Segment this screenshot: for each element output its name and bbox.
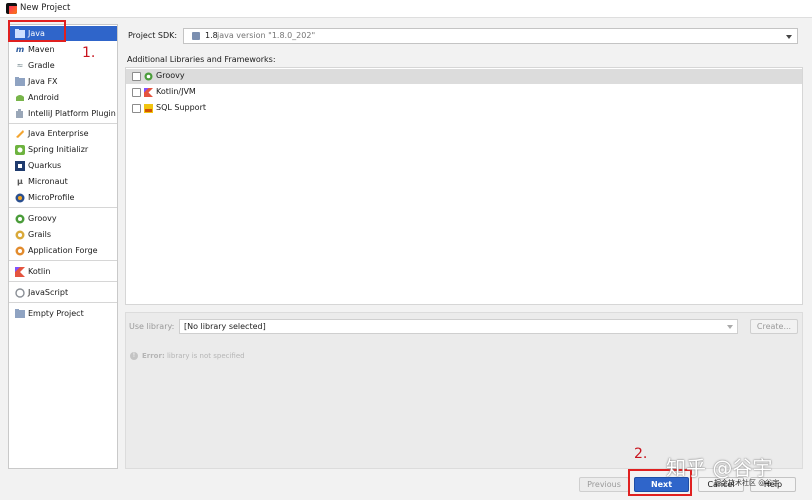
android-icon — [15, 93, 25, 103]
kotlin-jvm-checkbox[interactable] — [132, 88, 141, 97]
quarkus-icon — [15, 161, 25, 171]
microprofile-icon — [15, 193, 25, 203]
library-row-kotlin-jvm[interactable]: Kotlin/JVM — [126, 85, 802, 100]
sidebar-item-label: MicroProfile — [28, 193, 75, 202]
library-label: Groovy — [156, 71, 185, 80]
java-enterprise-icon — [15, 129, 25, 139]
annotation-step-2: 2. — [634, 446, 648, 462]
sidebar-item-label: IntelliJ Platform Plugin — [28, 109, 116, 118]
sidebar-item-quarkus[interactable]: Quarkus — [9, 158, 117, 173]
chevron-down-icon — [786, 35, 792, 39]
sidebar-item-label: Java Enterprise — [28, 129, 89, 138]
folder-icon — [15, 309, 25, 319]
library-row-groovy[interactable]: Groovy — [126, 69, 802, 84]
previous-button[interactable]: Previous — [579, 477, 629, 492]
sidebar-divider — [9, 302, 117, 303]
sidebar-item-grails[interactable]: Grails — [9, 227, 117, 242]
sidebar-item-javafx[interactable]: Java FX — [9, 74, 117, 89]
sidebar-item-label: Groovy — [28, 214, 57, 223]
sql-support-checkbox[interactable] — [132, 104, 141, 113]
sidebar-item-label: Android — [28, 93, 59, 102]
sidebar-item-intellij-platform-plugin[interactable]: IntelliJ Platform Plugin — [9, 106, 117, 121]
sidebar-item-label: Java FX — [28, 77, 58, 86]
sdk-detail: java version "1.8.0_202" — [217, 31, 316, 40]
sidebar-item-label: JavaScript — [28, 288, 69, 297]
sidebar-item-java-enterprise[interactable]: Java Enterprise — [9, 126, 117, 141]
project-type-list[interactable]: Java m Maven ≈ Gradle Java FX Android In… — [8, 24, 118, 469]
sidebar-divider — [9, 207, 117, 208]
sidebar-item-maven[interactable]: m Maven — [9, 42, 117, 57]
sidebar-item-groovy[interactable]: Groovy — [9, 211, 117, 226]
sdk-folder-icon — [192, 32, 200, 40]
spring-icon — [15, 145, 25, 155]
groovy-icon — [144, 72, 153, 81]
micronaut-icon: μ — [17, 177, 23, 186]
sidebar-item-spring-initializr[interactable]: Spring Initializr — [9, 142, 117, 157]
maven-icon: m — [15, 45, 25, 54]
gradle-icon: ≈ — [16, 61, 24, 70]
sidebar-item-micronaut[interactable]: μ Micronaut — [9, 174, 117, 189]
kotlin-icon — [15, 267, 25, 277]
sidebar-item-label: Application Forge — [28, 246, 98, 255]
watermark-subtext: 掘金技术社区 @谷宇 — [714, 479, 780, 487]
error-prefix: Error: — [142, 352, 165, 360]
window-title: New Project — [20, 3, 71, 13]
sidebar-item-label: Spring Initializr — [28, 145, 89, 154]
error-message: Error: library is not specified — [142, 352, 245, 360]
library-row-sql-support[interactable]: SQL Support — [126, 101, 802, 116]
sidebar-item-gradle[interactable]: ≈ Gradle — [9, 58, 117, 73]
sidebar-item-label: Maven — [28, 45, 55, 54]
plugin-icon — [15, 109, 25, 119]
sidebar-item-microprofile[interactable]: MicroProfile — [9, 190, 117, 205]
sidebar-item-javascript[interactable]: JavaScript — [9, 285, 117, 300]
folder-icon — [15, 77, 25, 87]
sidebar-divider — [9, 281, 117, 282]
additional-libraries-label: Additional Libraries and Frameworks: — [127, 55, 276, 64]
groovy-checkbox[interactable] — [132, 72, 141, 81]
library-config-panel: Use library: [No library selected] Creat… — [125, 312, 803, 469]
project-sdk-label: Project SDK: — [128, 31, 178, 40]
use-library-dropdown[interactable]: [No library selected] — [179, 319, 738, 334]
kotlin-icon — [144, 88, 153, 97]
javascript-icon — [15, 288, 25, 298]
sidebar-item-kotlin[interactable]: Kotlin — [9, 264, 117, 279]
project-sdk-dropdown[interactable]: 1.8 java version "1.8.0_202" — [183, 28, 798, 44]
use-library-label: Use library: — [129, 322, 175, 331]
intellij-logo-icon — [6, 3, 17, 14]
sidebar-item-label: Gradle — [28, 61, 55, 70]
grails-icon — [15, 230, 25, 240]
watermark-text: 知乎 @谷宇 — [666, 456, 773, 480]
sql-icon — [144, 104, 153, 113]
create-library-button[interactable]: Create... — [750, 319, 798, 334]
sidebar-item-application-forge[interactable]: Application Forge — [9, 243, 117, 258]
sidebar-item-android[interactable]: Android — [9, 90, 117, 105]
sidebar-item-label: Quarkus — [28, 161, 62, 170]
sidebar-item-label: Micronaut — [28, 177, 68, 186]
annotation-step-1: 1. — [82, 45, 96, 61]
sidebar-divider — [9, 123, 117, 124]
error-detail: library is not specified — [166, 352, 245, 360]
chevron-down-icon — [727, 325, 733, 329]
groovy-icon — [15, 214, 25, 224]
sidebar-item-empty-project[interactable]: Empty Project — [9, 306, 117, 321]
library-label: SQL Support — [156, 103, 206, 112]
info-icon: ! — [130, 352, 138, 360]
use-library-value: [No library selected] — [184, 322, 266, 331]
sidebar-item-label: Grails — [28, 230, 52, 239]
sidebar-divider — [9, 260, 117, 261]
sidebar-item-label: Empty Project — [28, 309, 84, 318]
title-bar: New Project — [0, 0, 812, 18]
libraries-list: Groovy Kotlin/JVM SQL Support — [125, 67, 803, 305]
application-forge-icon — [15, 246, 25, 256]
sidebar-item-label: Kotlin — [28, 267, 51, 276]
annotation-highlight-java — [8, 20, 66, 42]
library-label: Kotlin/JVM — [156, 87, 196, 96]
sdk-version: 1.8 — [205, 31, 218, 40]
